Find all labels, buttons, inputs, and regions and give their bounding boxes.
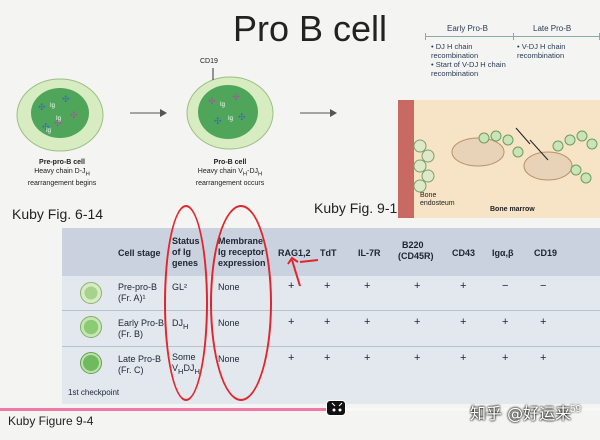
- progress-handle-icon[interactable]: [326, 400, 346, 416]
- marker-value: +: [502, 316, 509, 328]
- marker-value: +: [364, 316, 371, 328]
- pro-b-sub1-sub2: H: [258, 171, 263, 178]
- header-b220-1: B220: [402, 240, 424, 250]
- marker-value: +: [414, 280, 421, 292]
- fig-right-label: Kuby Fig. 9-1: [314, 200, 398, 216]
- timeline-early-item: • Start of V-DJ H chain: [431, 60, 506, 69]
- timeline-tick: [513, 33, 514, 40]
- marker-value: +: [540, 316, 547, 328]
- row-stage: Early Pro-B: [118, 318, 165, 328]
- header-cd43: CD43: [452, 248, 476, 258]
- marker-value: −: [502, 280, 509, 292]
- bottom-caption: Kuby Figure 9-4: [8, 414, 94, 428]
- cell-stage-table: Cell stage Status of Ig genes Membrane I…: [62, 228, 600, 404]
- pre-pro-b-caption: Pre-pro-B cell Heavy chain D-JH rearrang…: [20, 158, 104, 188]
- svg-text:✣: ✣: [38, 102, 46, 112]
- marker-value: +: [324, 352, 331, 364]
- timeline-tick: [425, 33, 426, 40]
- timeline-early-item: recombination: [431, 51, 479, 60]
- row-divider: [62, 346, 600, 347]
- pre-pro-b-sub1-sub: H: [85, 171, 90, 178]
- marker-value: +: [540, 352, 547, 364]
- slide: Pro B cell Early Pro-B Late Pro-B • DJ H…: [0, 0, 600, 440]
- cd19-label: CD19: [200, 58, 218, 65]
- marker-value: +: [460, 316, 467, 328]
- tv-icon: [331, 402, 343, 412]
- svg-text:✣: ✣: [62, 94, 70, 104]
- header-b220-2: (CD45R): [398, 251, 434, 261]
- header-cell-stage: Cell stage: [118, 248, 161, 258]
- annotation-circle-membrane: [210, 205, 272, 401]
- marker-value: +: [288, 352, 295, 364]
- row-stage-fraction: (Fr. C): [118, 365, 144, 375]
- row-stage: Pre-pro-B: [118, 282, 158, 292]
- marker-value: +: [502, 352, 509, 364]
- fig-left-label: Kuby Fig. 6-14: [12, 206, 104, 222]
- row-stage: Late Pro-B: [118, 354, 162, 364]
- marker-value: +: [288, 316, 295, 328]
- checkpoint-label: 1st checkpoint: [68, 388, 120, 397]
- svg-text:✣: ✣: [208, 96, 216, 106]
- zhihu-watermark: 知乎 @好运来: [470, 404, 572, 423]
- svg-text:✣: ✣: [238, 112, 246, 122]
- row-divider: [62, 310, 600, 311]
- cell-stage-icon: [80, 352, 102, 374]
- bone-label: Bone: [420, 192, 437, 199]
- ig-label: Ig: [228, 116, 233, 122]
- header-il7r: IL-7R: [358, 248, 381, 258]
- annotation-circle-status: [164, 205, 208, 401]
- timeline-early-head: Early Pro-B: [447, 24, 488, 33]
- pro-b-title: Pro-B cell: [213, 159, 247, 166]
- pre-pro-b-nucleus: [31, 88, 89, 138]
- marrow-label: Bone marrow: [490, 206, 535, 213]
- marker-value: −: [540, 280, 547, 292]
- cell-stage-icon: [80, 282, 102, 304]
- cell-stage-icon: [80, 316, 102, 338]
- marker-value: +: [460, 352, 467, 364]
- pro-b-nucleus: [198, 85, 258, 139]
- header-cd19: CD19: [534, 248, 558, 258]
- ig-label: Ig: [50, 103, 55, 109]
- marker-value: +: [414, 316, 421, 328]
- pro-b-sub1: Heavy chain V: [197, 168, 243, 175]
- timecode: 59: [570, 404, 582, 415]
- pre-pro-b-sub1: Heavy chain D-J: [34, 168, 86, 175]
- video-progress-fill: [0, 408, 336, 411]
- header-igab: Igα,β: [492, 248, 514, 258]
- timeline-early-item: recombination: [431, 69, 479, 78]
- svg-text:✣: ✣: [232, 92, 240, 102]
- timeline-early-item: • DJ H chain: [431, 42, 473, 51]
- arrow-head: [330, 109, 337, 117]
- bone-marrow-figure: Bone endosteum Bone marrow: [398, 100, 600, 218]
- ig-label: Ig: [56, 116, 61, 122]
- timeline-late-item: • V-DJ H chain: [517, 42, 566, 51]
- svg-text:✣: ✣: [214, 116, 222, 126]
- pro-b-sub2: rearrangement occurs: [195, 180, 265, 188]
- marker-value: +: [324, 316, 331, 328]
- marker-value: +: [460, 280, 467, 292]
- pro-b-caption: Pro-B cell Heavy chain VH-DJH rearrangem…: [178, 158, 282, 188]
- arrow-head: [160, 109, 167, 117]
- pre-pro-b-title: Pre-pro-B cell: [39, 159, 85, 166]
- svg-text:✣: ✣: [70, 110, 78, 120]
- timeline-late-head: Late Pro-B: [533, 24, 572, 33]
- marker-value: +: [414, 352, 421, 364]
- row-stage-fraction: (Fr. B): [118, 329, 143, 339]
- pro-b-sub1-mid: -DJ: [247, 168, 259, 175]
- marker-value: +: [364, 280, 371, 292]
- stage-timeline: Early Pro-B Late Pro-B • DJ H chain reco…: [425, 24, 600, 94]
- ig-label: Ig: [220, 102, 225, 108]
- row-stage-fraction: (Fr. A)¹: [118, 293, 146, 303]
- timeline-late-item: recombination: [517, 51, 565, 60]
- marker-value: +: [364, 352, 371, 364]
- endosteum-label: endosteum: [420, 200, 455, 207]
- annotation-arrow: [287, 256, 319, 287]
- ig-label: Ig: [46, 128, 51, 134]
- pre-pro-b-sub2: rearrangement begins: [27, 180, 97, 188]
